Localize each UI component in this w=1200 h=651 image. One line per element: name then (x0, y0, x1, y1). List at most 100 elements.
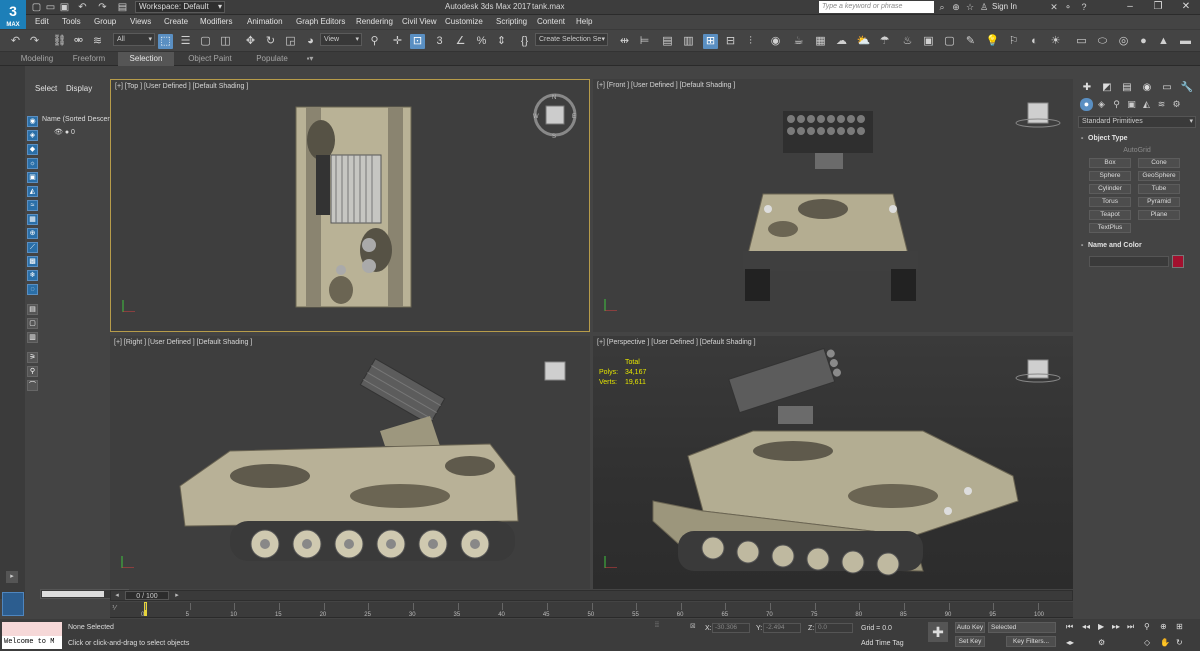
time-slider[interactable]: 0 / 100 (125, 591, 169, 600)
utilities-tab-icon[interactable]: 🔧 (1180, 81, 1194, 95)
user-icon[interactable]: ♙ (978, 1, 990, 13)
explorer-column-header[interactable]: Name (Sorted Descen (42, 116, 111, 123)
window-crossing-icon[interactable]: ◫ (218, 34, 233, 49)
display-tab-icon[interactable]: ▭ (1160, 81, 1174, 95)
auto-key-button[interactable]: Auto Key (955, 622, 985, 633)
place-icon[interactable]: ◕ (303, 34, 318, 49)
groups-filter-icon[interactable]: ▦ (27, 214, 38, 225)
fov-icon[interactable]: ◇ (1144, 638, 1150, 647)
systems-category-icon[interactable]: ⚙ (1170, 98, 1183, 111)
geometry-category-icon[interactable]: ● (1080, 98, 1093, 111)
explorer-tab-select[interactable]: Select (35, 84, 57, 93)
menu-create[interactable]: Create (164, 17, 188, 26)
find-case-icon[interactable]: ⌒ (27, 380, 38, 391)
reference-coord-dropdown[interactable]: View (320, 33, 362, 46)
explorer-row[interactable]: 👁 ● 0 (54, 128, 75, 136)
geosphere-prim-icon[interactable]: ● (1136, 34, 1151, 49)
containers-filter-icon[interactable]: ▩ (27, 256, 38, 267)
spacewarps-category-icon[interactable]: ≋ (1155, 98, 1168, 111)
new-file-icon[interactable]: ▢ (30, 1, 43, 14)
scene-explorer-icon[interactable]: ▤ (660, 34, 675, 49)
exchange-icon[interactable]: ✕ (1048, 1, 1060, 13)
teapot-render-icon[interactable]: ♨ (900, 34, 915, 49)
torus-button[interactable]: Torus (1089, 197, 1131, 207)
zoom-all-icon[interactable]: ⊕ (1160, 622, 1167, 631)
selection-filter-dropdown[interactable]: All (113, 33, 155, 46)
lock-selection-icon[interactable]: ⊠ (690, 622, 696, 630)
redo-tool-icon[interactable]: ↷ (27, 34, 42, 49)
shapes-filter-icon[interactable]: ◆ (27, 144, 38, 155)
motion-tab-icon[interactable]: ◉ (1140, 81, 1154, 95)
box-button[interactable]: Box (1089, 158, 1131, 168)
tab-modeling[interactable]: Modeling (12, 52, 62, 66)
selection-region-icon[interactable]: ▢ (198, 34, 213, 49)
toggle-ribbon-icon[interactable]: ⊞ (703, 34, 718, 49)
maxscript-icon[interactable]: ✎ (963, 34, 978, 49)
display-influences-icon[interactable]: ▢ (27, 318, 38, 329)
hierarchy-tab-icon[interactable]: ▤ (1120, 81, 1134, 95)
undo-icon[interactable]: ↶ (76, 1, 89, 14)
helpers-filter-icon[interactable]: ◭ (27, 186, 38, 197)
menu-edit[interactable]: Edit (35, 17, 49, 26)
layer-explorer-icon[interactable]: ▥ (681, 34, 696, 49)
snaps-toggle-icon[interactable]: 3 (432, 34, 447, 49)
create-tab-icon[interactable]: ✚ (1080, 81, 1094, 95)
explorer-tab-display[interactable]: Display (66, 84, 92, 93)
workspace-dropdown[interactable]: Workspace: Default (135, 1, 225, 13)
time-next-icon[interactable]: ▸ (171, 591, 183, 600)
add-time-tag[interactable]: Add Time Tag (861, 640, 904, 647)
z-field[interactable]: 0.0 (815, 623, 853, 633)
bulb-icon[interactable]: ⚐ (1006, 34, 1021, 49)
viewport-top[interactable]: [+] [Top ] [User Defined ] [Default Shad… (110, 79, 590, 332)
tab-populate[interactable]: Populate (248, 52, 296, 66)
next-frame-icon[interactable]: ▸▸ (1112, 622, 1120, 631)
tab-freeform[interactable]: Freeform (64, 52, 114, 66)
geometry-filter-icon[interactable]: ◈ (27, 130, 38, 141)
viewport-right[interactable]: [+] [Right ] [User Defined ] [Default Sh… (110, 336, 590, 589)
material-editor-icon[interactable]: ◉ (768, 34, 783, 49)
orbit-icon[interactable]: ↻ (1176, 638, 1183, 647)
toggle-icon[interactable]: ◐ (1027, 34, 1042, 49)
move-icon[interactable]: ✥ (243, 34, 258, 49)
torus-prim-icon[interactable]: ◎ (1116, 34, 1131, 49)
display-children-icon[interactable]: ▤ (27, 304, 38, 315)
sphere-prim-icon[interactable]: ⬭ (1095, 34, 1110, 49)
viewport-layout-icon[interactable] (2, 592, 24, 616)
subscription-icon[interactable]: ⊕ (950, 1, 962, 13)
maxscript-listener[interactable] (2, 622, 62, 636)
edit-named-selection-icon[interactable]: {} (517, 34, 532, 49)
sphere-button[interactable]: Sphere (1089, 171, 1131, 181)
render-setup-icon[interactable]: ☕ (791, 34, 806, 49)
save-file-icon[interactable]: ▣ (58, 1, 71, 14)
keyboard-shortcut-override-icon[interactable]: ⊡ (410, 34, 425, 49)
display-all-icon[interactable]: ◉ (27, 116, 38, 127)
time-config-icon[interactable]: ⚙ (1098, 638, 1105, 647)
menu-graph-editors[interactable]: Graph Editors (296, 17, 345, 26)
menu-scripting[interactable]: Scripting (496, 17, 527, 26)
selection-set-dropdown[interactable]: Selected (988, 622, 1056, 633)
name-color-rollout[interactable]: Name and Color (1078, 240, 1196, 251)
primitive-category-dropdown[interactable]: Standard Primitives (1078, 116, 1196, 128)
set-key-button[interactable]: Set Key (955, 636, 985, 647)
menu-tools[interactable]: Tools (62, 17, 81, 26)
spacewarps-filter-icon[interactable]: ≈ (27, 200, 38, 211)
helpers-category-icon[interactable]: ◭ (1140, 98, 1153, 111)
app-logo[interactable]: 3 MAX (0, 0, 26, 29)
pyramid-button[interactable]: Pyramid (1138, 197, 1180, 207)
scroll-thumb[interactable] (42, 591, 104, 597)
pivot-center-icon[interactable]: ⚲ (367, 34, 382, 49)
frozen-filter-icon[interactable]: ❄ (27, 270, 38, 281)
render-cloud-icon[interactable]: ☂ (877, 34, 892, 49)
open-file-icon[interactable]: ▭ (44, 1, 57, 14)
menu-group[interactable]: Group (94, 17, 116, 26)
rendered-frame-icon[interactable]: ▦ (813, 34, 828, 49)
lights-filter-icon[interactable]: ☼ (27, 158, 38, 169)
scale-icon[interactable]: ◲ (283, 34, 298, 49)
light-icon[interactable]: 💡 (985, 34, 1000, 49)
menu-customize[interactable]: Customize (445, 17, 483, 26)
menu-modifiers[interactable]: Modifiers (200, 17, 232, 26)
sign-in-link[interactable]: Sign In (992, 2, 1017, 11)
geosphere-button[interactable]: GeoSphere (1138, 171, 1180, 181)
undo-tool-icon[interactable]: ↶ (8, 34, 23, 49)
help-icon[interactable]: ? (1078, 1, 1090, 13)
